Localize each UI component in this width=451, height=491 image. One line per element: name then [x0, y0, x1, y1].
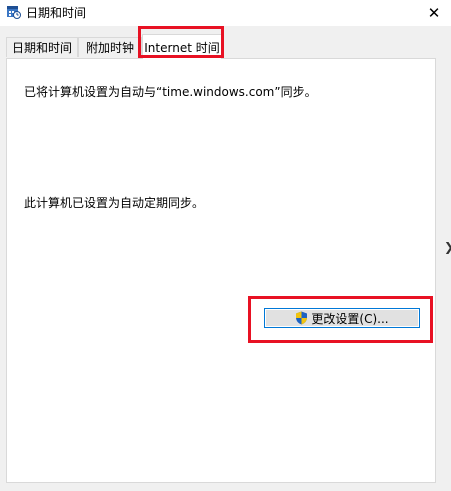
sync-status-text: 已将计算机设置为自动与“time.windows.com”同步。 [24, 85, 317, 99]
clock-calendar-icon [6, 4, 21, 19]
window-title: 日期和时间 [26, 6, 87, 20]
button-highlight-box [248, 296, 433, 343]
close-button[interactable]: ✕ [417, 0, 451, 26]
internet-time-panel: 已将计算机设置为自动与“time.windows.com”同步。 此计算机已设置… [6, 58, 436, 483]
tab-label: 日期和时间 [11, 41, 72, 55]
close-icon: ✕ [427, 4, 441, 22]
tab-label: 附加时钟 [85, 41, 134, 55]
tab-date-and-time[interactable]: 日期和时间 [6, 37, 78, 57]
date-time-dialog: 日期和时间 ✕ 日期和时间 附加时钟 Internet 时间 已将计算机设置为自… [0, 0, 451, 491]
title-bar: 日期和时间 ✕ [0, 0, 451, 26]
tab-additional-clocks[interactable]: 附加时钟 [78, 37, 142, 57]
mouse-cursor-icon: ❯ [444, 240, 451, 254]
auto-sync-text: 此计算机已设置为自动定期同步。 [24, 196, 205, 210]
tab-highlight-box [138, 26, 224, 58]
window-edge [437, 26, 451, 491]
